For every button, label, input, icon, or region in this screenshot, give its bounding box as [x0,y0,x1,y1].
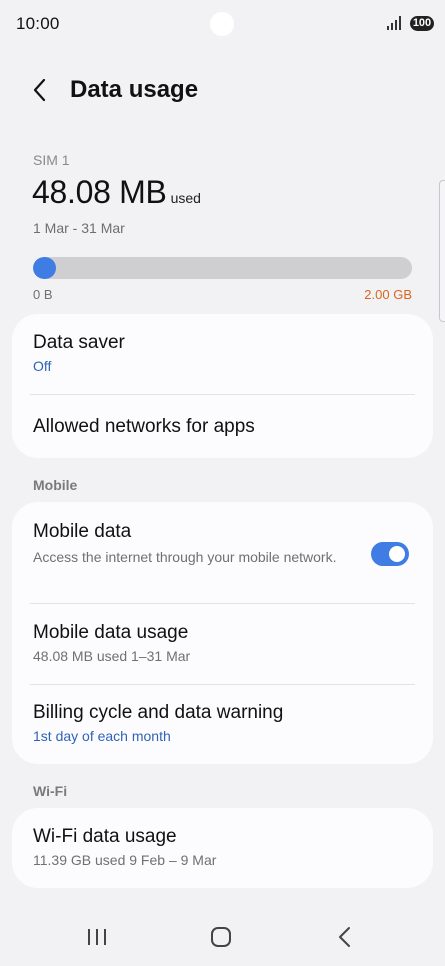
camera-cutout [210,12,234,36]
section-label-wifi: Wi-Fi [33,783,68,799]
mobile-data-usage-row[interactable]: Mobile data usage 48.08 MB used 1–31 Mar [12,603,433,684]
page-title: Data usage [70,76,199,103]
status-time: 10:00 [16,14,60,33]
signal-icon [387,16,401,30]
navigation-bar [0,906,445,966]
mobile-data-description: Access the internet through your mobile … [33,549,337,565]
status-bar: 10:00 100 [0,0,445,50]
battery-icon: 100 [410,16,434,31]
range-min-label: 0 B [33,287,53,302]
usage-progress-bar [33,257,412,279]
mobile-data-usage-title: Mobile data usage [33,622,189,643]
mobile-data-row[interactable]: Mobile data Access the internet through … [12,502,433,603]
usage-value: 48.08 MB [32,174,167,210]
header: Data usage [0,68,445,112]
data-saver-title: Data saver [33,332,125,353]
mobile-card: Mobile data Access the internet through … [12,502,433,764]
billing-cycle-title: Billing cycle and data warning [33,702,284,723]
data-saver-value: Off [33,358,52,374]
allowed-networks-row[interactable]: Allowed networks for apps [12,394,433,438]
home-icon[interactable] [206,924,236,950]
scroll-indicator[interactable] [439,180,445,322]
range-max-label: 2.00 GB [364,287,412,302]
wifi-data-usage-title: Wi-Fi data usage [33,826,177,847]
wifi-card: Wi-Fi data usage 11.39 GB used 9 Feb – 9… [12,808,433,888]
billing-cycle-subtitle: 1st day of each month [33,728,171,744]
billing-cycle-row[interactable]: Billing cycle and data warning 1st day o… [12,684,433,746]
sim-label: SIM 1 [33,152,70,168]
mobile-data-usage-subtitle: 48.08 MB used 1–31 Mar [33,648,191,664]
back-arrow-icon[interactable] [28,76,52,104]
recent-apps-icon[interactable] [82,924,112,950]
data-saver-card: Data saver Off Allowed networks for apps [12,314,433,458]
usage-summary: 48.08 MB used [32,174,201,211]
allowed-networks-title: Allowed networks for apps [33,416,255,437]
usage-period: 1 Mar - 31 Mar [33,220,125,236]
mobile-data-title: Mobile data [33,521,132,542]
wifi-data-usage-subtitle: 11.39 GB used 9 Feb – 9 Mar [33,852,217,868]
toggle-knob [389,546,405,562]
wifi-data-usage-row[interactable]: Wi-Fi data usage 11.39 GB used 9 Feb – 9… [12,808,433,870]
back-nav-icon[interactable] [330,924,360,950]
mobile-data-toggle[interactable] [371,542,409,566]
usage-suffix: used [170,190,201,206]
data-saver-row[interactable]: Data saver Off [12,314,433,394]
section-label-mobile: Mobile [33,477,78,493]
usage-progress-fill [33,257,56,279]
